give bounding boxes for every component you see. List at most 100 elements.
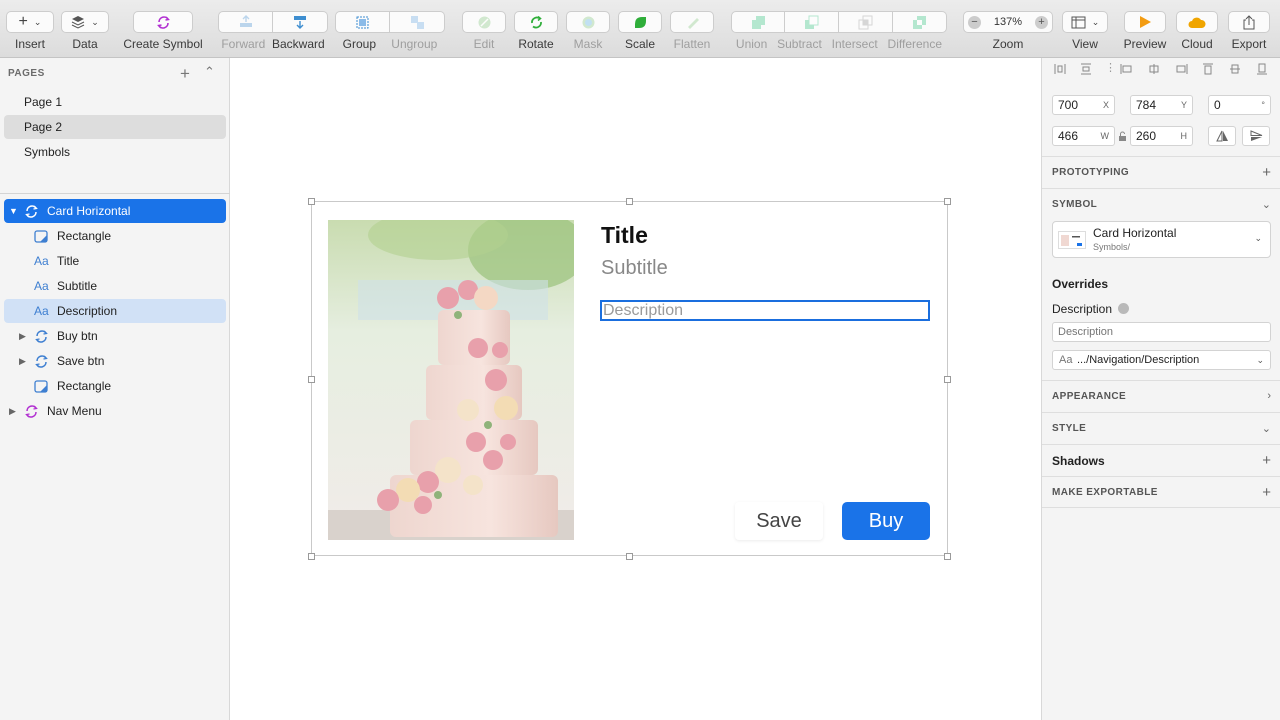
resize-handle-nw[interactable] bbox=[308, 198, 315, 205]
make-exportable-section[interactable]: MAKE EXPORTABLE + bbox=[1042, 476, 1280, 508]
difference-button[interactable] bbox=[893, 11, 947, 33]
cloud-tool[interactable]: Cloud bbox=[1176, 11, 1218, 51]
subtract-button[interactable] bbox=[785, 11, 839, 33]
zoom-in-icon[interactable]: + bbox=[1034, 15, 1048, 29]
resize-handle-sw[interactable] bbox=[308, 553, 315, 560]
flip-vertical-button[interactable] bbox=[1242, 126, 1270, 146]
rotate-button[interactable] bbox=[514, 11, 558, 33]
scale-button[interactable] bbox=[618, 11, 662, 33]
resize-handle-w[interactable] bbox=[308, 376, 315, 383]
card-subtitle[interactable]: Subtitle bbox=[601, 257, 668, 280]
width-field[interactable]: 466 W bbox=[1052, 126, 1115, 146]
buy-button[interactable]: Buy bbox=[842, 502, 930, 540]
lock-ratio-icon[interactable] bbox=[1118, 131, 1127, 142]
disclosure-closed-icon[interactable]: ▶ bbox=[19, 324, 26, 348]
shadows-section[interactable]: Shadows + bbox=[1042, 444, 1280, 476]
disclosure-closed-icon[interactable]: ▶ bbox=[19, 349, 26, 373]
flip-horizontal-button[interactable] bbox=[1208, 126, 1236, 146]
data-tool[interactable]: ⌄ Data bbox=[61, 11, 109, 51]
chevron-down-icon[interactable]: ⌄ bbox=[1262, 422, 1271, 435]
preview-button[interactable] bbox=[1124, 11, 1166, 33]
collapse-pages-icon[interactable]: ⌃ bbox=[204, 64, 215, 80]
flip-vertical-icon bbox=[1250, 130, 1262, 141]
scale-tool[interactable]: Scale bbox=[618, 11, 662, 51]
add-icon[interactable]: + bbox=[1262, 452, 1271, 469]
appearance-section[interactable]: APPEARANCE › bbox=[1042, 380, 1280, 412]
page-item-symbols[interactable]: Symbols bbox=[4, 140, 226, 164]
layer-subtitle[interactable]: Aa Subtitle bbox=[4, 274, 226, 298]
layer-save-btn[interactable]: ▶ Save btn bbox=[4, 349, 226, 373]
align-bottom-icon[interactable] bbox=[1256, 63, 1268, 75]
card-title[interactable]: Title bbox=[601, 222, 648, 249]
union-button[interactable] bbox=[731, 11, 785, 33]
resize-handle-n[interactable] bbox=[626, 198, 633, 205]
edit-tool[interactable]: Edit bbox=[462, 11, 506, 51]
add-icon[interactable]: + bbox=[1262, 484, 1271, 501]
ungroup-button[interactable] bbox=[390, 11, 445, 33]
disclosure-closed-icon[interactable]: ▶ bbox=[9, 399, 16, 423]
save-button[interactable]: Save bbox=[735, 502, 823, 540]
view-button[interactable]: ⌄ bbox=[1062, 11, 1108, 33]
rotation-field[interactable]: 0 ° bbox=[1208, 95, 1271, 115]
prototyping-section[interactable]: PROTOTYPING + bbox=[1042, 156, 1280, 188]
y-position-field[interactable]: 784 Y bbox=[1130, 95, 1193, 115]
edit-button[interactable] bbox=[462, 11, 506, 33]
align-center-icon[interactable] bbox=[1148, 63, 1160, 75]
create-symbol-button[interactable] bbox=[133, 11, 193, 33]
height-field[interactable]: 260 H bbox=[1130, 126, 1193, 146]
distribute-vertical-icon[interactable] bbox=[1080, 63, 1092, 75]
page-item-2[interactable]: Page 2 bbox=[4, 115, 226, 139]
canvas[interactable]: Title Subtitle Description Save Buy bbox=[230, 58, 1041, 720]
symbol-picker[interactable]: Card Horizontal Symbols/ ⌄ bbox=[1052, 221, 1271, 258]
group-button[interactable] bbox=[335, 11, 390, 33]
flatten-tool[interactable]: Flatten bbox=[670, 11, 714, 51]
backward-button[interactable] bbox=[273, 11, 328, 33]
align-left-icon[interactable] bbox=[1120, 63, 1132, 75]
chevron-right-icon[interactable]: › bbox=[1267, 390, 1271, 402]
more-options-icon[interactable]: ⋮ bbox=[1105, 61, 1116, 74]
view-tool[interactable]: ⌄ View bbox=[1062, 11, 1108, 51]
align-top-icon[interactable] bbox=[1202, 63, 1214, 75]
align-middle-icon[interactable] bbox=[1229, 63, 1241, 75]
export-tool[interactable]: Export bbox=[1228, 11, 1270, 51]
layer-rectangle[interactable]: Rectangle bbox=[4, 224, 226, 248]
layer-description[interactable]: Aa Description bbox=[4, 299, 226, 323]
insert-tool[interactable]: + ⌄ Insert bbox=[6, 11, 54, 51]
override-description-input[interactable] bbox=[1052, 322, 1271, 342]
align-right-icon[interactable] bbox=[1176, 63, 1188, 75]
create-symbol-tool[interactable]: Create Symbol bbox=[123, 11, 203, 51]
mask-button[interactable] bbox=[566, 11, 610, 33]
override-reset-icon[interactable] bbox=[1118, 303, 1129, 314]
layer-rectangle-2[interactable]: Rectangle bbox=[4, 374, 226, 398]
distribute-horizontal-icon[interactable] bbox=[1054, 63, 1066, 75]
preview-tool[interactable]: Preview bbox=[1124, 11, 1166, 51]
style-section[interactable]: STYLE ⌄ bbox=[1042, 412, 1280, 444]
layer-card-horizontal[interactable]: ▼ Card Horizontal bbox=[4, 199, 226, 223]
resize-handle-s[interactable] bbox=[626, 553, 633, 560]
layer-buy-btn[interactable]: ▶ Buy btn bbox=[4, 324, 226, 348]
resize-handle-se[interactable] bbox=[944, 553, 951, 560]
mask-tool[interactable]: Mask bbox=[566, 11, 610, 51]
forward-button[interactable] bbox=[218, 11, 273, 33]
card-horizontal-symbol[interactable]: Title Subtitle Description Save Buy bbox=[308, 198, 951, 560]
override-text-style-select[interactable]: Aa .../Navigation/Description ⌄ bbox=[1052, 350, 1271, 370]
rotate-tool[interactable]: Rotate bbox=[514, 11, 558, 51]
intersect-button[interactable] bbox=[839, 11, 893, 33]
page-item-1[interactable]: Page 1 bbox=[4, 90, 226, 114]
add-page-icon[interactable]: + bbox=[180, 64, 190, 84]
zoom-out-icon[interactable]: − bbox=[968, 15, 981, 29]
cloud-button[interactable] bbox=[1176, 11, 1218, 33]
x-position-field[interactable]: 700 X bbox=[1052, 95, 1115, 115]
chevron-down-icon[interactable]: ⌄ bbox=[1262, 198, 1271, 211]
disclosure-open-icon[interactable]: ▼ bbox=[9, 199, 18, 223]
layer-nav-menu[interactable]: ▶ Nav Menu bbox=[4, 399, 226, 423]
add-icon[interactable]: + bbox=[1262, 164, 1271, 181]
card-description-field[interactable]: Description bbox=[600, 300, 930, 321]
layer-title[interactable]: Aa Title bbox=[4, 249, 226, 273]
insert-button[interactable]: + ⌄ bbox=[6, 11, 54, 33]
data-button[interactable]: ⌄ bbox=[61, 11, 109, 33]
resize-handle-e[interactable] bbox=[944, 376, 951, 383]
flatten-button[interactable] bbox=[670, 11, 714, 33]
resize-handle-ne[interactable] bbox=[944, 198, 951, 205]
export-button[interactable] bbox=[1228, 11, 1270, 33]
